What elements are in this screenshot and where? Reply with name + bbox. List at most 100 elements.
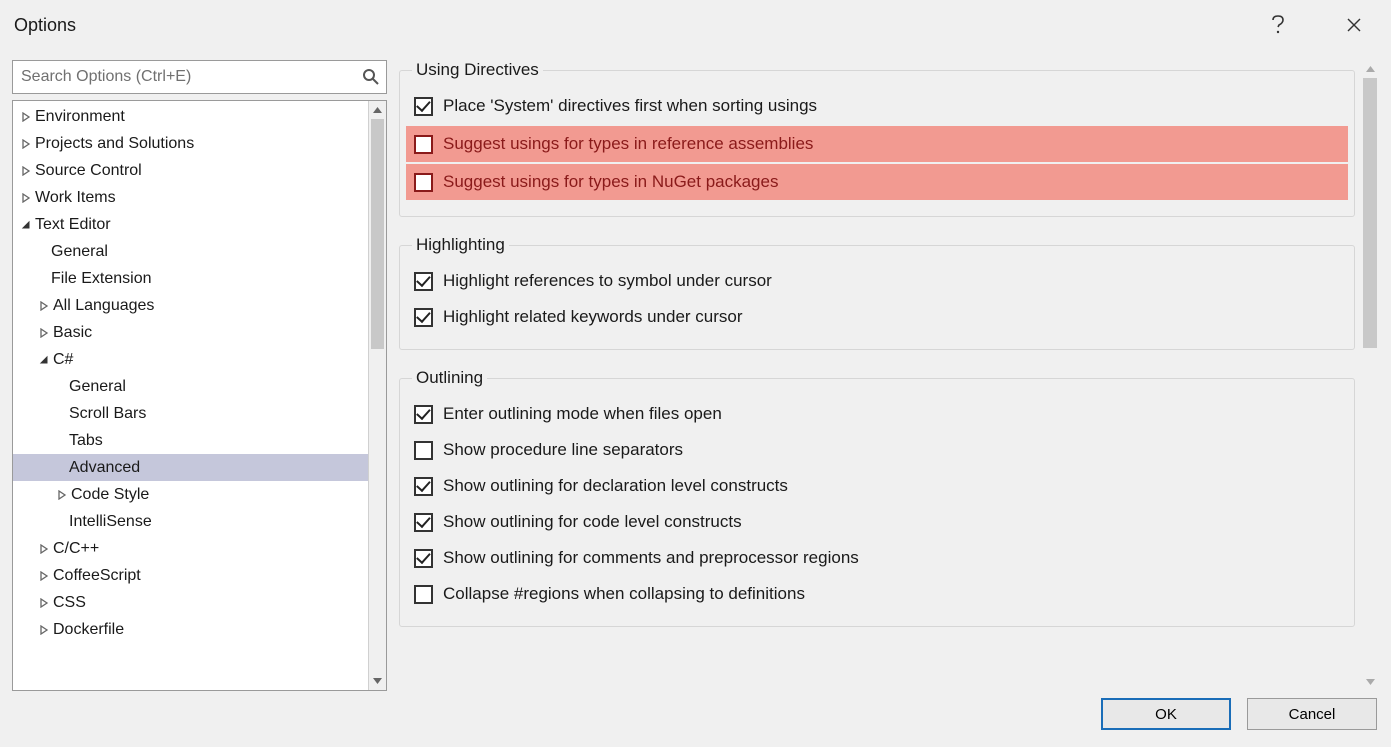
scroll-down-icon[interactable] [369,672,386,690]
checkbox-label: Show outlining for declaration level con… [443,476,788,496]
tree-item-label: Work Items [35,189,116,207]
tree-item[interactable]: IntelliSense [13,508,368,535]
tree-item[interactable]: Dockerfile [13,616,368,643]
scroll-track[interactable] [369,119,386,672]
tree-item-label: General [51,243,108,261]
tree-expander-expanded-icon[interactable] [37,355,51,365]
options-tree[interactable]: Environment Projects and Solutions Source … [13,101,368,690]
tree-item[interactable]: All Languages [13,292,368,319]
tree-expander-collapsed-icon[interactable] [37,328,51,338]
close-button[interactable] [1331,5,1377,45]
tree-item-label: CSS [53,594,86,612]
content-scrollbar[interactable] [1361,60,1379,691]
tree-item[interactable]: Projects and Solutions [13,130,368,157]
checkbox-label: Show procedure line separators [443,440,683,460]
checkbox-row[interactable]: Suggest usings for types in NuGet packag… [406,164,1348,200]
tree-expander-collapsed-icon[interactable] [55,490,69,500]
scroll-up-icon[interactable] [1361,60,1379,78]
tree-item[interactable]: Basic [13,319,368,346]
tree-item[interactable]: C# [13,346,368,373]
checkbox[interactable] [414,272,433,291]
search-icon[interactable] [362,68,380,86]
window-title: Options [14,15,1255,36]
checkbox-label: Enter outlining mode when files open [443,404,722,424]
right-panel: Using DirectivesPlace 'System' directive… [399,60,1379,691]
checkbox-row[interactable]: Show outlining for code level constructs [412,504,1342,540]
tree-item[interactable]: C/C++ [13,535,368,562]
checkbox[interactable] [414,585,433,604]
group-legend: Highlighting [412,235,509,255]
tree-expander-collapsed-icon[interactable] [37,598,51,608]
cancel-button[interactable]: Cancel [1247,698,1377,730]
scroll-track[interactable] [1361,78,1379,673]
checkbox-row[interactable]: Show outlining for comments and preproce… [412,540,1342,576]
tree-expander-collapsed-icon[interactable] [19,139,33,149]
tree-item[interactable]: Environment [13,103,368,130]
scroll-up-icon[interactable] [369,101,386,119]
checkbox[interactable] [414,549,433,568]
tree-item[interactable]: Work Items [13,184,368,211]
tree-expander-collapsed-icon[interactable] [19,166,33,176]
scroll-thumb[interactable] [1363,78,1377,348]
tree-container: Environment Projects and Solutions Source … [12,100,387,691]
checkbox-label: Suggest usings for types in reference as… [443,134,813,154]
tree-item[interactable]: Scroll Bars [13,400,368,427]
help-icon [1271,15,1285,35]
settings-group: Using DirectivesPlace 'System' directive… [399,60,1355,217]
checkbox[interactable] [414,308,433,327]
checkbox-row[interactable]: Highlight references to symbol under cur… [412,263,1342,299]
checkbox-row[interactable]: Enter outlining mode when files open [412,396,1342,432]
tree-item[interactable]: CSS [13,589,368,616]
tree-item[interactable]: File Extension [13,265,368,292]
checkbox[interactable] [414,97,433,116]
checkbox-label: Show outlining for comments and preproce… [443,548,859,568]
checkbox[interactable] [414,477,433,496]
titlebar: Options [0,0,1391,50]
tree-item[interactable]: Advanced [13,454,368,481]
help-button[interactable] [1255,5,1301,45]
tree-item[interactable]: Text Editor [13,211,368,238]
checkbox[interactable] [414,173,433,192]
tree-item[interactable]: CoffeeScript [13,562,368,589]
settings-group: Highlighting Highlight references to symb… [399,235,1355,350]
options-dialog: Options [0,0,1391,747]
checkbox[interactable] [414,513,433,532]
tree-item[interactable]: General [13,373,368,400]
checkbox-row[interactable]: Show procedure line separators [412,432,1342,468]
tree-expander-collapsed-icon[interactable] [37,301,51,311]
settings-group: OutliningEnter outlining mode when files… [399,368,1355,627]
checkbox-row[interactable]: Suggest usings for types in reference as… [406,126,1348,162]
tree-item[interactable]: Tabs [13,427,368,454]
tree-expander-collapsed-icon[interactable] [37,544,51,554]
tree-item-label: Source Control [35,162,142,180]
scroll-thumb[interactable] [371,119,384,349]
tree-expander-collapsed-icon[interactable] [19,193,33,203]
tree-expander-collapsed-icon[interactable] [37,625,51,635]
tree-item[interactable]: General [13,238,368,265]
tree-scrollbar[interactable] [368,101,386,690]
tree-item-label: Tabs [69,432,103,450]
checkbox[interactable] [414,135,433,154]
search-input[interactable] [13,61,386,93]
checkbox[interactable] [414,441,433,460]
tree-item-label: C/C++ [53,540,99,558]
tree-expander-expanded-icon[interactable] [19,220,33,230]
tree-expander-collapsed-icon[interactable] [37,571,51,581]
tree-item-label: Code Style [71,486,149,504]
checkbox-row[interactable]: Collapse #regions when collapsing to def… [412,576,1342,612]
tree-item[interactable]: Code Style [13,481,368,508]
ok-button[interactable]: OK [1101,698,1231,730]
checkbox-row[interactable]: Show outlining for declaration level con… [412,468,1342,504]
tree-expander-collapsed-icon[interactable] [19,112,33,122]
tree-item-label: Text Editor [35,216,111,234]
checkbox[interactable] [414,405,433,424]
tree-item-label: Basic [53,324,92,342]
dialog-body: Environment Projects and Solutions Source … [0,50,1391,691]
checkbox-row[interactable]: Highlight related keywords under cursor [412,299,1342,335]
left-panel: Environment Projects and Solutions Source … [12,60,387,691]
checkbox-row[interactable]: Place 'System' directives first when sor… [412,88,1342,124]
tree-item[interactable]: Source Control [13,157,368,184]
scroll-down-icon[interactable] [1361,673,1379,691]
dialog-footer: OK Cancel [0,691,1391,747]
tree-item-label: Projects and Solutions [35,135,194,153]
